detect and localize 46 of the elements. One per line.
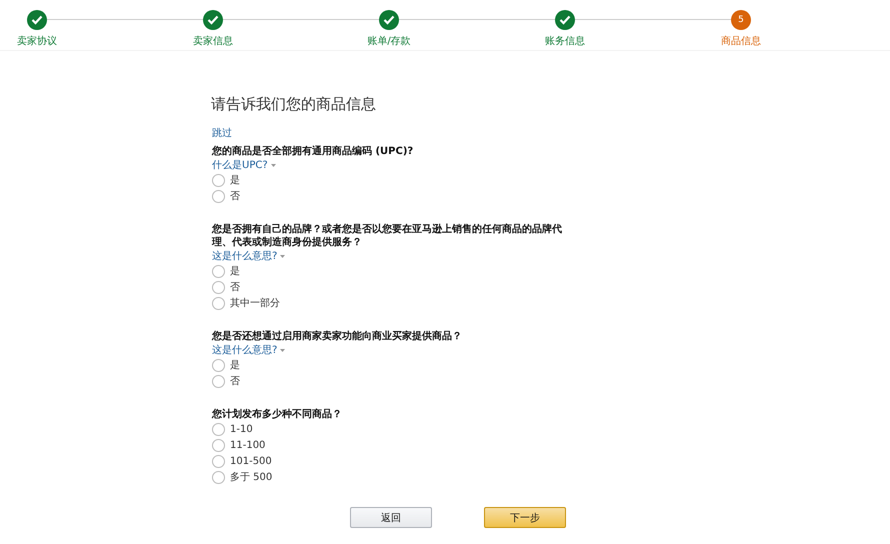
option-label: 否 bbox=[230, 375, 240, 388]
option-label: 否 bbox=[230, 190, 240, 203]
question-text: 您计划发布多少种不同商品？ bbox=[212, 408, 343, 421]
option-label: 1-10 bbox=[230, 424, 253, 434]
next-button[interactable]: 下一步 bbox=[484, 507, 566, 528]
question-text: 您是否还想通过启用商家卖家功能向商业买家提供商品？ bbox=[212, 330, 463, 343]
radio-button[interactable] bbox=[212, 454, 225, 468]
radio-button[interactable] bbox=[212, 470, 225, 484]
radio-button[interactable] bbox=[212, 374, 225, 388]
check-icon bbox=[207, 15, 219, 25]
option-label: 11-100 bbox=[230, 440, 266, 450]
radio-button[interactable] bbox=[212, 280, 225, 294]
option-label: 101-500 bbox=[230, 456, 272, 466]
radio-button[interactable] bbox=[212, 174, 225, 186]
option-label: 是 bbox=[230, 359, 240, 372]
radio-button[interactable] bbox=[212, 438, 225, 452]
caret-icon bbox=[280, 254, 286, 258]
help-link[interactable]: 什么是UPC? bbox=[212, 158, 276, 172]
step-label: 商品信息 bbox=[721, 34, 761, 48]
caret-icon bbox=[280, 348, 286, 352]
question-text: 您的商品是否全部拥有通用商品编码 (UPC)? bbox=[212, 145, 414, 158]
check-icon bbox=[559, 15, 571, 25]
radio-button[interactable] bbox=[212, 358, 225, 372]
step-label: 账务信息 bbox=[545, 34, 585, 48]
option-label: 是 bbox=[230, 265, 240, 278]
radio-button[interactable] bbox=[212, 422, 225, 436]
step-label: 卖家协议 bbox=[17, 34, 57, 48]
option-label: 多于 500 bbox=[230, 471, 272, 484]
caret-icon bbox=[270, 162, 276, 168]
skip-link[interactable]: 跳过 bbox=[212, 126, 232, 140]
question-text: 您是否拥有自己的品牌？或者您是否以您要在亚马逊上销售的任何商品的品牌代理、代表或制造商身份提供服务？ bbox=[212, 223, 563, 249]
radio-button[interactable] bbox=[212, 296, 225, 310]
help-link[interactable]: 这是什么意思? bbox=[212, 249, 286, 263]
check-icon bbox=[31, 15, 43, 25]
step-label: 卖家信息 bbox=[193, 34, 233, 48]
radio-button[interactable] bbox=[212, 190, 225, 202]
option-label: 否 bbox=[230, 281, 240, 294]
step-label: 账单/存款 bbox=[367, 34, 411, 48]
option-label: 是 bbox=[230, 174, 240, 187]
radio-button[interactable] bbox=[212, 264, 225, 278]
current-step-marker: 5 bbox=[731, 10, 751, 30]
option-label: 其中一部分 bbox=[230, 296, 280, 310]
page-title: 请告诉我们您的商品信息 bbox=[211, 95, 377, 114]
check-icon bbox=[383, 15, 395, 25]
help-link[interactable]: 这是什么意思? bbox=[212, 343, 286, 357]
back-button[interactable]: 返回 bbox=[350, 507, 432, 528]
